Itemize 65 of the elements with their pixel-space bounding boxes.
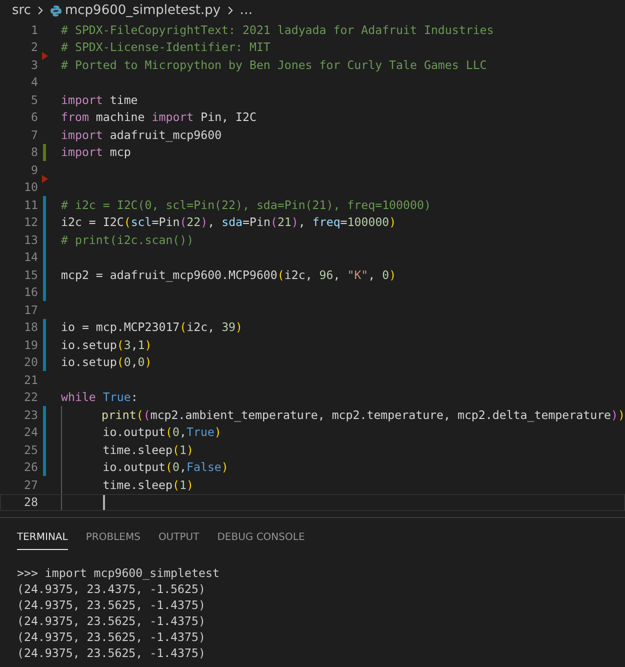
code-line: io = mcp.MCP23017(i2c, 39): [61, 319, 243, 336]
terminal-line: (24.9375, 23.5625, -1.4375): [17, 613, 206, 629]
code-line: io.output(0,False): [102, 459, 228, 476]
code-line: mcp2 = adafruit_mcp9600.MCP9600(i2c, 96, "K", 0): [61, 266, 396, 284]
line-number: 7: [30, 128, 38, 142]
line-number: 11: [23, 198, 38, 212]
line-number: 1: [30, 22, 38, 37]
python-icon: [50, 4, 62, 16]
line-number: 2: [30, 40, 38, 54]
breadcrumb-folder[interactable]: src: [12, 3, 31, 18]
line-number: 20: [23, 355, 38, 370]
terminal-line: (24.9375, 23.5625, -1.4375): [17, 597, 206, 613]
line-number: 4: [30, 75, 38, 90]
code-line: time.sleep(1): [102, 476, 194, 494]
terminal-line: >>> import mcp9600_simpletest: [17, 565, 220, 581]
code-line: io.output(0,True): [102, 424, 222, 441]
text-cursor: [102, 494, 105, 510]
line-number: 6: [30, 110, 38, 124]
line-number: 9: [30, 162, 38, 177]
deleted-line-marker[interactable]: [42, 52, 48, 60]
line-number: 3: [30, 58, 38, 72]
code-line: io.setup(3,1): [61, 336, 152, 354]
terminal-line: (24.9375, 23.4375, -1.5625): [17, 581, 206, 597]
breadcrumb-file[interactable]: mcp9600_simpletest.py: [64, 3, 221, 18]
line-number: 12: [23, 215, 38, 230]
code-line: # Ported to Micropython by Ben Jones for Curly Tale Games LLC: [61, 56, 487, 74]
breadcrumb-more[interactable]: …: [240, 3, 253, 18]
panel-tab[interactable]: OUTPUT: [158, 532, 200, 550]
code-line: time.sleep(1): [102, 442, 194, 458]
code-line: # print(i2c.scan()): [61, 232, 194, 248]
panel-tab[interactable]: PROBLEMS: [86, 532, 140, 550]
code-line: import adafruit_mcp9600: [61, 126, 222, 144]
line-number: 10: [23, 180, 38, 194]
code-line: print((mcp2.ambient_temperature, mcp2.temperature, mcp2.delta_temperature)): [101, 406, 625, 424]
line-number: 18: [23, 320, 38, 334]
line-number: 25: [23, 442, 38, 457]
code-line: # SPDX-FileCopyrightText: 2021 ladyada for Adafruit Industries: [61, 22, 494, 38]
panel-tab[interactable]: DEBUG CONSOLE: [217, 532, 305, 550]
line-number: 5: [30, 92, 38, 107]
line-number: 8: [30, 145, 38, 160]
code-line: import time: [61, 92, 138, 108]
line-number: 17: [23, 302, 38, 317]
code-line: from machine import Pin, I2C: [61, 109, 256, 126]
line-number: 15: [23, 268, 38, 282]
line-number: 16: [23, 285, 38, 300]
code-line: io.setup(0,0): [61, 354, 152, 371]
terminal-line: (24.9375, 23.5625, -1.4375): [17, 645, 206, 661]
line-number: 28: [23, 495, 38, 510]
line-number: 19: [23, 338, 38, 352]
line-number: 14: [23, 250, 38, 264]
panel-tab[interactable]: TERMINAL: [17, 532, 68, 550]
line-number: 21: [23, 372, 38, 387]
line-number: 26: [23, 460, 38, 474]
deleted-line-marker[interactable]: [42, 174, 48, 182]
line-number: 22: [23, 390, 38, 404]
terminal-line: (24.9375, 23.5625, -1.4375): [17, 629, 206, 645]
code-line: # i2c = I2C(0, scl=Pin(22), sda=Pin(21), freq=100000): [61, 196, 431, 214]
code-line: i2c = I2C(scl=Pin(22), sda=Pin(21), freq=100000): [61, 214, 396, 231]
line-number: 13: [23, 232, 38, 247]
line-number: 24: [23, 425, 38, 440]
line-number: 27: [23, 478, 38, 492]
code-line: while True:: [61, 389, 138, 406]
line-number: 23: [23, 408, 38, 422]
code-line: # SPDX-License-Identifier: MIT: [61, 39, 270, 56]
code-line: import mcp: [61, 144, 131, 161]
